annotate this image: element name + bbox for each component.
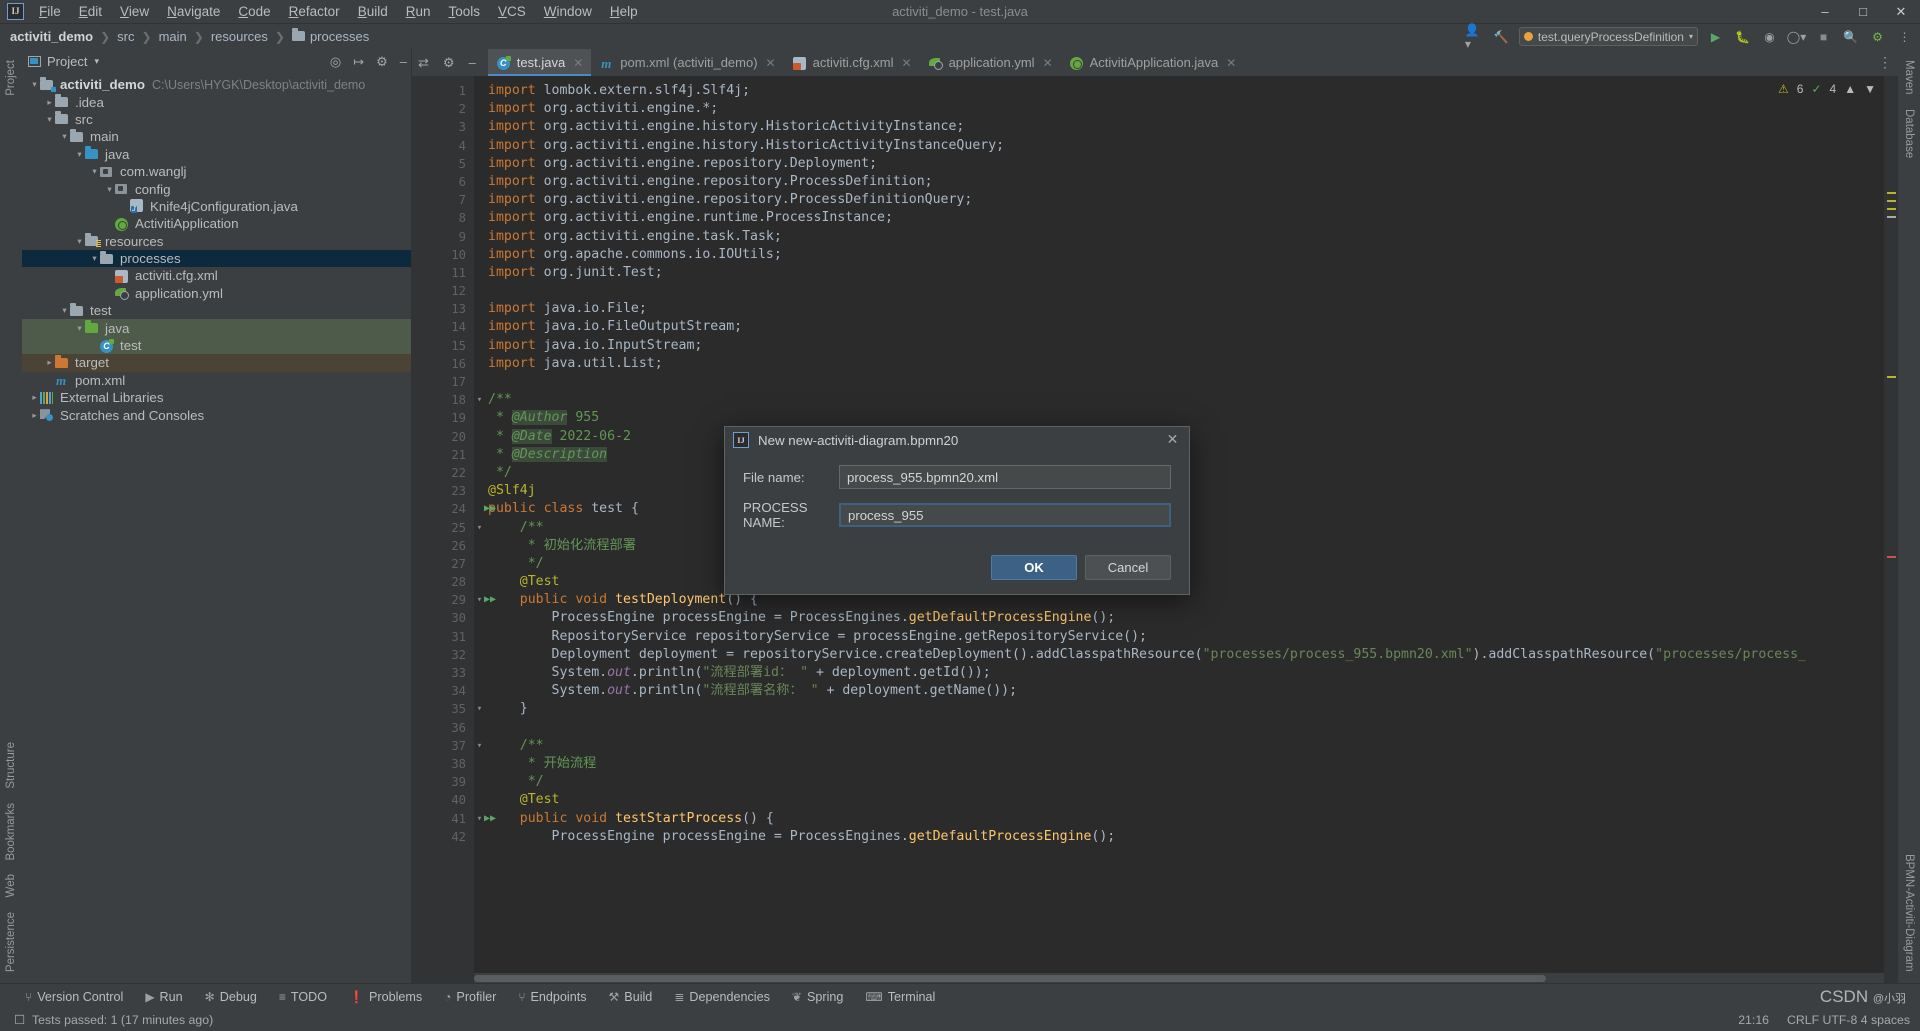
new-diagram-dialog: IJ New new-activiti-diagram.bpmn20 ✕ Fil… [724,426,1190,595]
dialog-footer: OK Cancel [725,541,1189,594]
process-name-row: PROCESS NAME: [743,500,1171,530]
ide-window: IJ FileEditViewNavigateCodeRefactorBuild… [0,0,1920,1031]
watermark: CSDN @小羽 [1820,987,1906,1007]
file-name-label: File name: [743,470,839,485]
dialog-title: New new-activiti-diagram.bpmn20 [758,433,958,448]
watermark-main: CSDN [1820,987,1868,1006]
dialog-body: File name: PROCESS NAME: [725,453,1189,530]
process-name-input[interactable] [839,503,1171,527]
intellij-logo-icon: IJ [733,432,749,448]
ok-button[interactable]: OK [991,555,1077,580]
file-name-row: File name: [743,465,1171,489]
close-icon[interactable]: ✕ [1164,431,1181,448]
cancel-button[interactable]: Cancel [1085,555,1171,580]
watermark-sub: @小羽 [1873,993,1906,1005]
modal-overlay: IJ New new-activiti-diagram.bpmn20 ✕ Fil… [0,0,1920,1031]
dialog-title-bar: IJ New new-activiti-diagram.bpmn20 ✕ [725,427,1189,453]
process-name-label: PROCESS NAME: [743,500,839,530]
file-name-input[interactable] [839,465,1171,489]
